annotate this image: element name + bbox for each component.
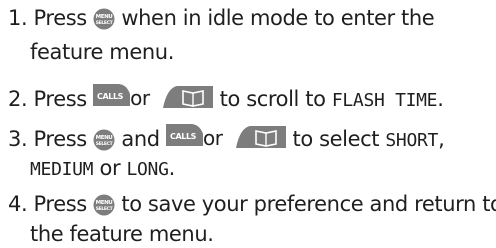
phonebook-button-icon: [236, 126, 287, 148]
step-4-press-text: Press: [33, 192, 88, 216]
step-1-continued: feature menu.: [30, 38, 174, 66]
or-text: or: [202, 126, 223, 150]
long-option: LONG: [126, 159, 169, 180]
or-text: or: [130, 86, 150, 110]
step-4-number: 4.: [8, 192, 28, 216]
menu-label: MENU: [96, 200, 113, 206]
step-3-press-text: Press: [33, 127, 88, 151]
step-4: 4. Press MENU SELECT to save your prefer…: [8, 190, 496, 218]
step-3-and-text: and: [121, 127, 160, 151]
menu-select-button-icon: MENU SELECT: [93, 8, 115, 30]
calls-button-icon: CALLS: [93, 84, 131, 106]
step-1-number: 1.: [8, 6, 28, 30]
medium-option: MEDIUM: [30, 159, 94, 180]
step-2-period: .: [437, 87, 444, 111]
step-3-continued: MEDIUM or LONG.: [30, 154, 175, 184]
step-2-press-text: Press: [33, 87, 88, 111]
step-4-text-2: the feature menu.: [30, 222, 214, 246]
step-2-number: 2.: [8, 87, 28, 111]
step-3-or-text: or: [99, 156, 121, 180]
short-option: SHORT: [385, 130, 439, 151]
menu-select-button-icon: MENU SELECT: [93, 194, 115, 216]
step-1-text-2: feature menu.: [30, 40, 174, 64]
menu-select-button-icon: MENU SELECT: [93, 129, 115, 151]
select-label: SELECT: [96, 20, 114, 26]
step-1: 1. Press MENU SELECT when in idle mode t…: [8, 4, 435, 32]
calls-or-group: CALLS or: [165, 122, 230, 150]
menu-label: MENU: [96, 135, 113, 141]
step-3-comma: ,: [438, 127, 445, 151]
step-1-press-text: Press: [33, 6, 88, 30]
step-2-text: to scroll to: [219, 87, 326, 111]
calls-or-group: CALLS or: [93, 82, 157, 110]
flash-time-option: FLASH TIME: [331, 90, 438, 111]
select-label: SELECT: [96, 141, 114, 147]
calls-label: CALLS: [97, 92, 124, 101]
phonebook-button-icon: [163, 86, 214, 108]
select-label: SELECT: [96, 206, 114, 212]
step-4-text: to save your preference and return to: [121, 192, 496, 216]
step-1-text: when in idle mode to enter the: [121, 6, 435, 30]
step-2: 2. Press CALLS or to scroll to FLASH TIM…: [8, 82, 444, 115]
step-3-text: to select: [292, 127, 380, 151]
calls-button-icon: CALLS: [165, 124, 203, 146]
calls-label: CALLS: [170, 132, 197, 141]
step-3-number: 3.: [8, 127, 28, 151]
step-3: 3. Press MENU SELECT and CALLS or to sel…: [8, 122, 445, 155]
step-3-period: .: [168, 156, 176, 180]
menu-label: MENU: [96, 14, 113, 20]
step-4-continued: the feature menu.: [30, 220, 214, 248]
instructions-page: 1. Press MENU SELECT when in idle mode t…: [0, 0, 496, 248]
